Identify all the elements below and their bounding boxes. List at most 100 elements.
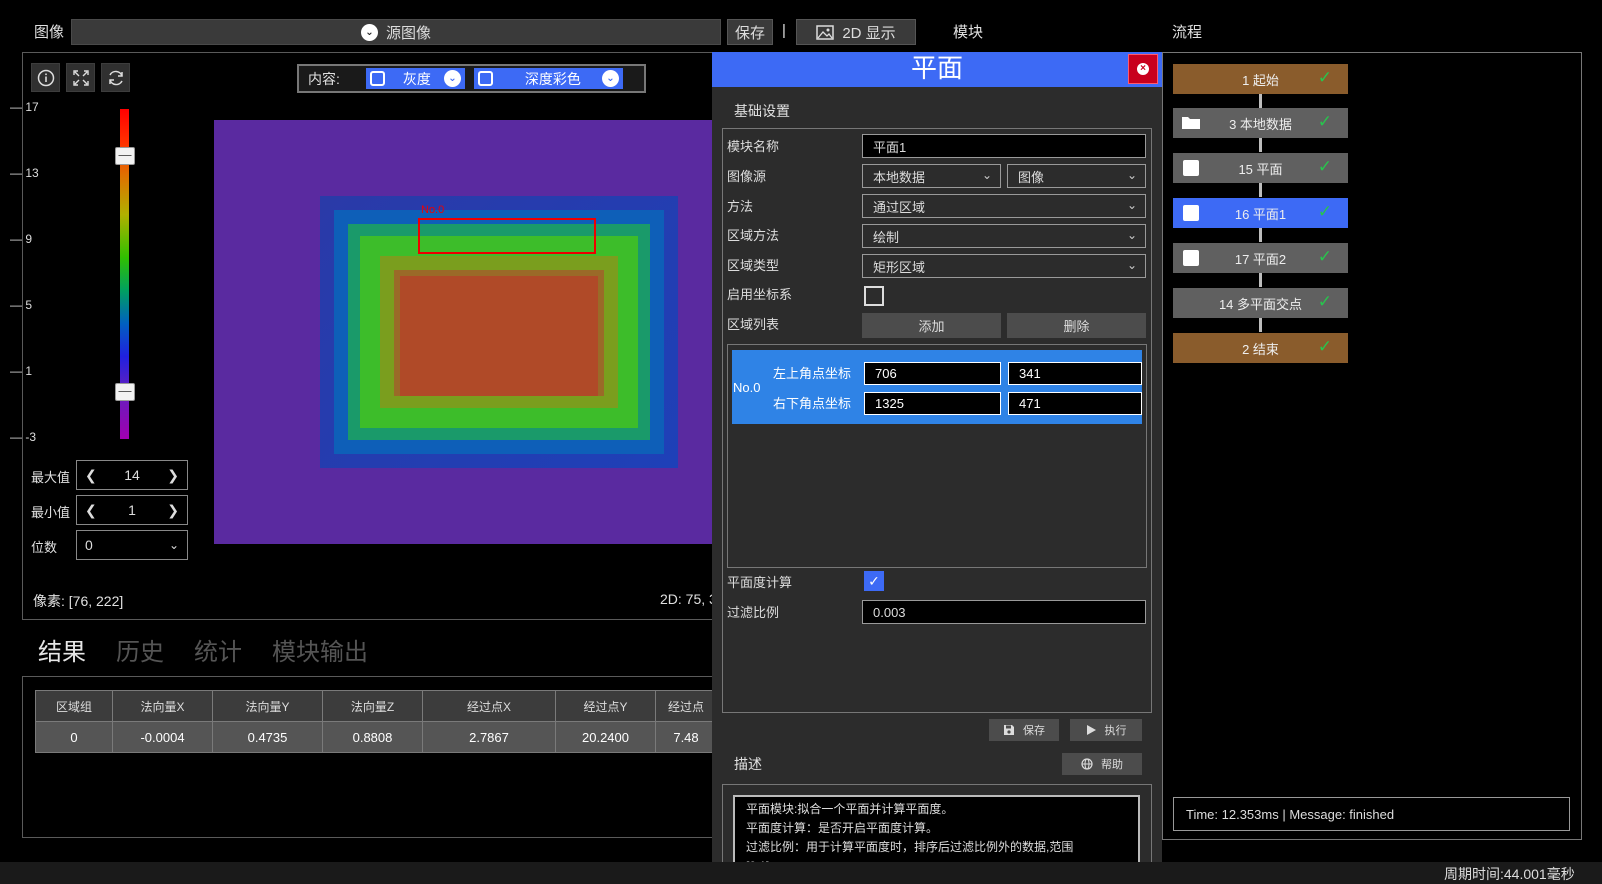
top-left-x-input[interactable]: 706 bbox=[864, 362, 1001, 385]
chevron-down-icon: ⌄ bbox=[1126, 258, 1137, 272]
max-value: 14 bbox=[124, 467, 140, 483]
bottom-right-x-input[interactable]: 1325 bbox=[864, 392, 1001, 415]
top-left-label: 左上角点坐标 bbox=[773, 366, 852, 381]
column-header: 经过点 bbox=[655, 690, 717, 722]
depth-region-plateau bbox=[400, 276, 598, 396]
help-label: 帮助 bbox=[1101, 759, 1123, 771]
table-cell: -0.0004 bbox=[112, 721, 213, 753]
fullscreen-button[interactable] bbox=[66, 63, 95, 92]
chevron-down-icon: ⌄ bbox=[168, 538, 179, 552]
table-cell: 0.8808 bbox=[322, 721, 423, 753]
digits-dropdown[interactable]: 0 ⌄ bbox=[76, 530, 188, 560]
top-left-y-input[interactable]: 341 bbox=[1008, 362, 1142, 385]
grayscale-combo[interactable]: 灰度 ⌄ bbox=[365, 68, 465, 89]
region-method-dropdown[interactable]: 绘制 ⌄ bbox=[862, 224, 1146, 248]
module-name-input[interactable]: 平面1 bbox=[862, 134, 1146, 158]
flow-node[interactable]: 2 结束 ✓ bbox=[1173, 333, 1348, 363]
table-cell: 2.7867 bbox=[422, 721, 556, 753]
chevron-right-icon[interactable]: ❯ bbox=[167, 502, 179, 519]
run-button[interactable]: 执行 bbox=[1070, 719, 1142, 741]
column-header: 区域组 bbox=[35, 690, 113, 722]
dialog-title: 平面 bbox=[712, 52, 1162, 87]
tab-statistics[interactable]: 统计 bbox=[194, 632, 242, 667]
chevron-down-icon: ⌄ bbox=[1126, 198, 1137, 212]
depth-image[interactable]: No.0 bbox=[214, 120, 712, 544]
grayscale-checkbox[interactable] bbox=[369, 71, 385, 86]
min-value-spinner[interactable]: ❮ 1 ❯ bbox=[76, 495, 188, 525]
flow-connector bbox=[1259, 94, 1262, 108]
region-type-dropdown[interactable]: 矩形区域 ⌄ bbox=[862, 254, 1146, 278]
source-image-dropdown[interactable]: ⌄ 源图像 bbox=[71, 19, 721, 45]
toolbar-separator: | bbox=[782, 22, 786, 39]
flow-node-label: 17 平面2 bbox=[1234, 251, 1287, 267]
chevron-left-icon[interactable]: ❮ bbox=[85, 467, 97, 484]
min-value-label: 最小值 bbox=[31, 505, 71, 520]
method-dropdown[interactable]: 通过区域 ⌄ bbox=[862, 194, 1146, 218]
info-icon bbox=[37, 69, 54, 86]
play-icon bbox=[1086, 725, 1096, 735]
plane-icon bbox=[1183, 160, 1199, 176]
results-table: 区域组 法向量X 法向量Y 法向量Z 经过点X 经过点Y 经过点 0 -0.00… bbox=[35, 690, 717, 753]
max-value-spinner[interactable]: ❮ 14 ❯ bbox=[76, 460, 188, 490]
flow-node[interactable]: 3 本地数据 ✓ bbox=[1173, 108, 1348, 138]
description-line: 平面度计算：是否开启平面度计算。 bbox=[746, 821, 939, 835]
flow-node[interactable]: 17 平面2 ✓ bbox=[1173, 243, 1348, 273]
flow-node-selected[interactable]: 16 平面1 ✓ bbox=[1173, 198, 1348, 228]
check-icon: ✓ bbox=[1317, 292, 1332, 311]
tab-history[interactable]: 历史 bbox=[116, 632, 164, 667]
check-icon: ✓ bbox=[1317, 337, 1332, 356]
folder-icon bbox=[1182, 117, 1200, 129]
close-button[interactable]: × bbox=[1128, 54, 1158, 84]
image-source-label: 图像源 bbox=[727, 169, 767, 184]
description-heading: 描述 bbox=[734, 756, 762, 772]
scale-tick: — 1 bbox=[10, 364, 33, 378]
source-image-label: 源图像 bbox=[385, 24, 431, 42]
bottom-right-y-input[interactable]: 471 bbox=[1008, 392, 1142, 415]
refresh-button[interactable] bbox=[101, 63, 130, 92]
image-icon bbox=[816, 24, 835, 40]
chevron-left-icon[interactable]: ❮ bbox=[85, 502, 97, 519]
flow-node[interactable]: 1 起始 ✓ bbox=[1173, 64, 1348, 94]
chevron-down-icon: ⌄ bbox=[360, 23, 378, 41]
table-row[interactable]: 0 -0.0004 0.4735 0.8808 2.7867 20.2400 7… bbox=[35, 721, 717, 753]
content-label: 内容: bbox=[308, 70, 340, 87]
info-button[interactable] bbox=[31, 63, 60, 92]
flow-connector bbox=[1259, 138, 1262, 152]
check-icon: ✓ bbox=[1317, 202, 1332, 221]
close-icon: × bbox=[1137, 63, 1149, 75]
enable-coord-checkbox[interactable] bbox=[864, 286, 884, 306]
dialog-save-button[interactable]: 保存 bbox=[989, 719, 1059, 741]
tab-module-output[interactable]: 模块输出 bbox=[272, 632, 368, 667]
scale-tick: — -3 bbox=[10, 430, 37, 444]
column-header: 经过点Y bbox=[555, 690, 656, 722]
depth-color-combo[interactable]: 深度彩色 ⌄ bbox=[473, 68, 623, 89]
filter-ratio-input[interactable]: 0.003 bbox=[862, 600, 1146, 624]
chevron-right-icon[interactable]: ❯ bbox=[167, 467, 179, 484]
digits-label: 位数 bbox=[31, 540, 58, 555]
flatness-checkbox[interactable]: ✓ bbox=[864, 571, 884, 591]
max-slider-handle[interactable]: — bbox=[115, 147, 135, 165]
chevron-down-icon: ⌄ bbox=[601, 70, 619, 87]
chevron-down-icon: ⌄ bbox=[1126, 168, 1137, 182]
flow-node[interactable]: 14 多平面交点 ✓ bbox=[1173, 288, 1348, 318]
flow-node-label: 3 本地数据 bbox=[1229, 116, 1292, 132]
tab-results[interactable]: 结果 bbox=[38, 632, 86, 667]
add-region-button[interactable]: 添加 bbox=[862, 313, 1001, 338]
coord-readout: 2D: 75, 3 bbox=[660, 591, 717, 607]
2d-display-button[interactable]: 2D 显示 bbox=[796, 19, 916, 45]
min-slider-handle[interactable]: — bbox=[115, 383, 135, 401]
table-cell: 0.4735 bbox=[212, 721, 323, 753]
help-button[interactable]: 帮助 bbox=[1062, 753, 1142, 775]
module-label: 模块 bbox=[953, 24, 984, 41]
module-name-label: 模块名称 bbox=[727, 139, 780, 154]
save-image-button[interactable]: 保存 bbox=[727, 19, 773, 45]
depth-color-checkbox[interactable] bbox=[477, 71, 493, 86]
roi-label: No.0 bbox=[421, 204, 445, 216]
image-output-dropdown[interactable]: 图像 ⌄ bbox=[1007, 164, 1146, 188]
image-source-dropdown[interactable]: 本地数据 ⌄ bbox=[862, 164, 1001, 188]
roi-rectangle[interactable] bbox=[418, 218, 596, 254]
delete-region-button[interactable]: 删除 bbox=[1007, 313, 1146, 338]
image-output-value: 图像 bbox=[1018, 169, 1045, 185]
flow-node[interactable]: 15 平面 ✓ bbox=[1173, 153, 1348, 183]
refresh-icon bbox=[108, 70, 123, 85]
